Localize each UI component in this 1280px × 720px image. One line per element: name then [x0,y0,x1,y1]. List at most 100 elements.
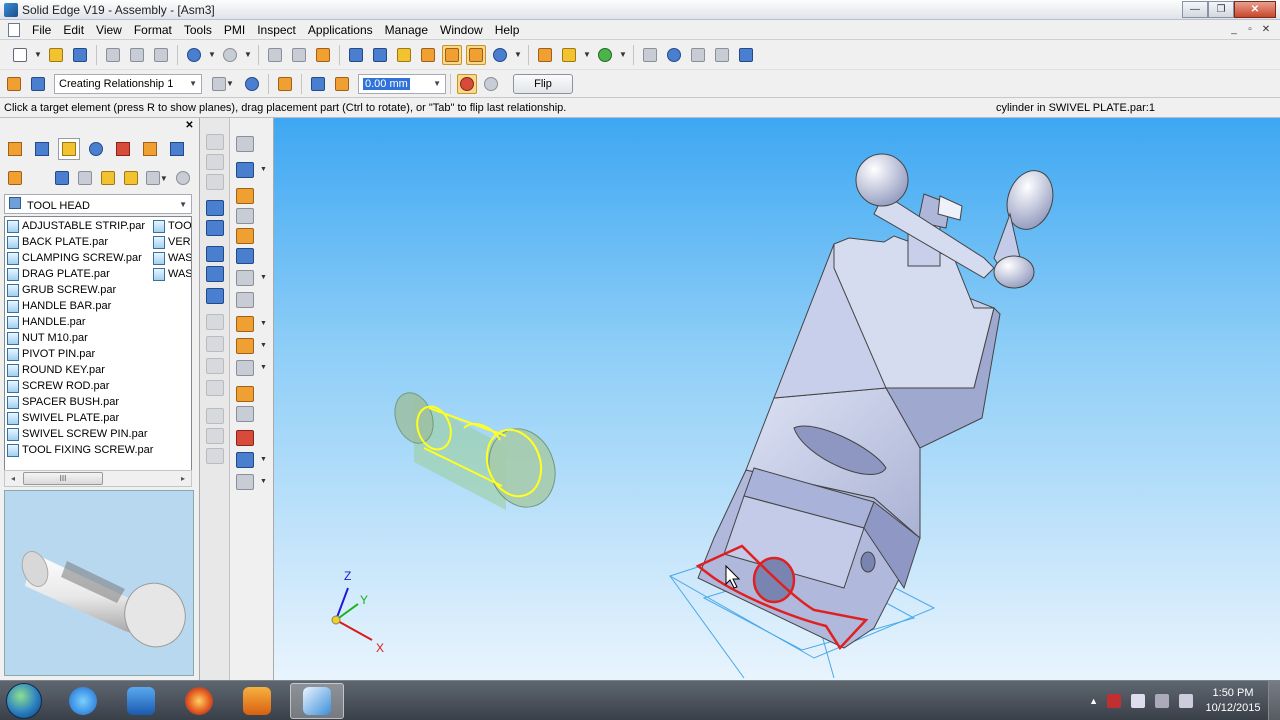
fastener-icon[interactable] [236,248,254,264]
sketch-button[interactable] [289,45,309,65]
network-icon[interactable] [1155,694,1169,708]
render-sphere-button[interactable] [490,45,510,65]
file-list-item[interactable]: DRAG PLATE.par [7,266,110,282]
tube-icon[interactable] [236,452,254,468]
hole-feature-icon[interactable] [236,316,254,332]
new-dropdown-arrow[interactable]: ▼ [34,45,42,65]
chevron-down-icon[interactable]: ▼ [260,364,267,371]
file-list-item[interactable]: SWIVEL PLATE.par [7,410,119,426]
menu-window[interactable]: Window [434,23,489,37]
move-part-icon[interactable] [206,220,224,236]
file-list-item[interactable]: WAS [153,250,191,266]
taskbar-app-2[interactable] [114,683,168,719]
taskbar-solid-edge[interactable] [290,683,344,719]
file-list-item[interactable]: WAS [153,266,191,282]
chamfer-icon[interactable] [236,360,254,376]
up-folder-button[interactable] [99,168,118,188]
tab-features[interactable] [85,138,107,160]
view-options-button[interactable] [559,45,579,65]
pattern-parts-icon[interactable] [236,270,254,286]
minimize-button[interactable]: — [1182,1,1208,18]
mirror-icon[interactable] [206,288,224,304]
menu-tools[interactable]: Tools [178,23,218,37]
chevron-down-icon[interactable]: ▼ [260,274,267,281]
file-list-item[interactable]: TOOL FIXING SCREW.par [7,442,153,458]
taskbar-internet-explorer[interactable] [56,683,110,719]
file-list-item[interactable]: GRUB SCREW.par [7,282,116,298]
file-list-item[interactable]: ROUND KEY.par [7,362,105,378]
flash-fit-icon[interactable] [206,246,224,262]
undo-button[interactable] [184,45,204,65]
cut-feature-icon[interactable] [236,292,254,308]
highlight-button[interactable] [394,45,414,65]
file-list-item[interactable]: SPACER BUSH.par [7,394,119,410]
chevron-down-icon[interactable]: ▼ [260,456,267,463]
redo-button[interactable] [220,45,240,65]
menu-manage[interactable]: Manage [379,23,434,37]
floating-offset-button[interactable] [332,74,352,94]
revolve-feature-icon[interactable] [236,338,254,354]
file-list-item[interactable]: SWIVEL SCREW PIN.par [7,426,148,442]
insert-component-icon[interactable] [236,162,254,178]
menu-inspect[interactable]: Inspect [251,23,302,37]
restore-button[interactable]: ❐ [1208,1,1234,18]
options-button[interactable] [4,74,24,94]
select-tool-button[interactable] [265,45,285,65]
library-view-button[interactable] [6,168,25,188]
show-hidden-icons-icon[interactable]: ▲ [1089,696,1098,706]
menu-file[interactable]: File [26,23,57,37]
doc-close-button[interactable]: ✕ [1258,23,1274,37]
doc-restore-button[interactable]: ▫ [1242,23,1258,37]
tab-pathfinder[interactable] [4,138,26,160]
views-button[interactable]: ▼ [145,168,170,188]
menu-help[interactable]: Help [489,23,526,37]
menu-edit[interactable]: Edit [57,23,90,37]
menu-format[interactable]: Format [128,23,178,37]
redo-dropdown-arrow[interactable]: ▼ [244,45,252,65]
search-button[interactable] [173,168,192,188]
pattern-icon[interactable] [206,266,224,282]
assembly-model-view[interactable]: Z Y X [274,118,1280,680]
explode-icon[interactable] [236,474,254,490]
assembly-tools-button[interactable] [535,45,555,65]
open-button[interactable] [46,45,66,65]
scroll-left-button[interactable]: ◂ [5,471,21,486]
undo-dropdown-arrow[interactable]: ▼ [208,45,216,65]
assemble-icon[interactable] [206,200,224,216]
rotate-view-button[interactable] [595,45,615,65]
file-list-scrollbar[interactable]: ◂ III ▸ [4,470,192,487]
show-desktop-button[interactable] [1268,681,1280,720]
file-list-item[interactable]: TOO [153,218,191,234]
render-dropdown-arrow[interactable]: ▼ [514,45,522,65]
capture-fit-icon[interactable] [236,188,254,204]
document-icon[interactable] [8,22,20,37]
whats-this-help-button[interactable] [736,45,756,65]
file-list-item[interactable]: HANDLE BAR.par [7,298,111,314]
weld-icon[interactable] [236,386,254,402]
pan-button[interactable] [712,45,732,65]
view-options-dropdown-arrow[interactable]: ▼ [583,45,591,65]
back-button[interactable] [76,168,95,188]
fit-button[interactable] [688,45,708,65]
file-list-item[interactable]: SCREW ROD.par [7,378,109,394]
flag-icon[interactable] [1107,694,1121,708]
swivel-plate-part[interactable] [697,235,1001,649]
relationship-combo[interactable]: Creating Relationship 1 ▼ [54,73,202,94]
save-button[interactable] [70,45,90,65]
chevron-down-icon[interactable]: ▼ [260,166,267,173]
file-list-item[interactable]: PIVOT PIN.par [7,346,95,362]
paste-button[interactable] [151,45,171,65]
device-icon[interactable] [1131,694,1145,708]
relationship-list-button[interactable] [242,74,262,94]
graphics-window[interactable]: Z Y X [274,118,1280,680]
zoom-button[interactable] [664,45,684,65]
relationship-type-button[interactable]: ▼ [208,74,238,94]
solid-edge-app-icon[interactable] [4,2,18,17]
file-list-item[interactable]: HANDLE.par [7,314,86,330]
construction-display-button[interactable] [28,74,48,94]
doc-minimize-button[interactable]: _ [1226,23,1242,37]
folder-combo[interactable]: TOOL HEAD ▼ [4,194,192,214]
shaded-button[interactable] [442,44,462,65]
tab-engineering-reference[interactable] [166,138,188,160]
file-list-item[interactable]: CLAMPING SCREW.par [7,250,142,266]
